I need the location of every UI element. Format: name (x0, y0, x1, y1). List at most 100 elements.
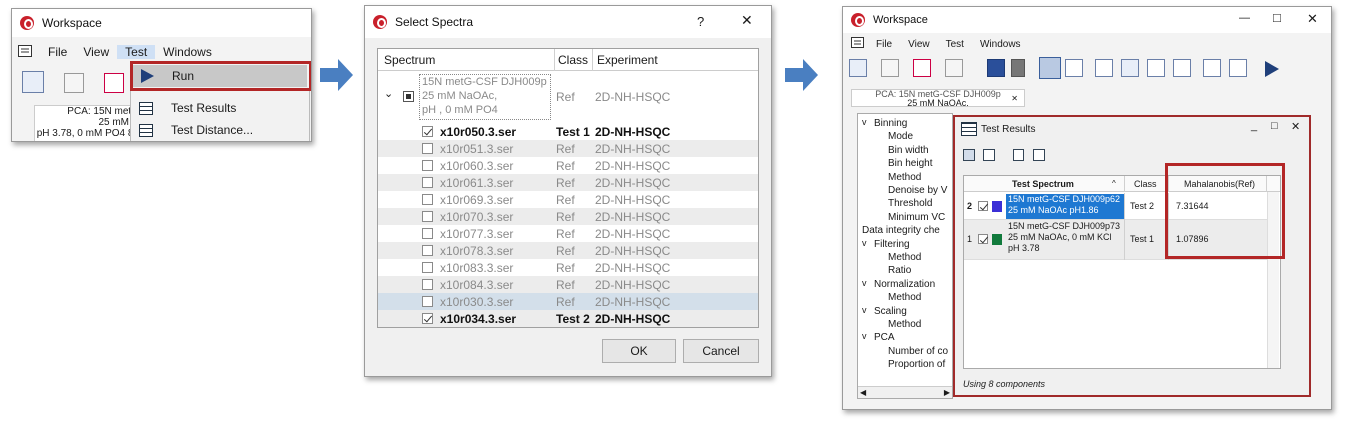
menu-icon[interactable] (12, 44, 40, 60)
menu-windows[interactable]: Windows (972, 39, 1029, 50)
tree-item[interactable]: Method (888, 319, 921, 330)
play-icon[interactable] (1265, 61, 1279, 77)
menu-file[interactable]: File (868, 39, 900, 50)
spectrum-checkbox[interactable] (422, 143, 433, 154)
spectrum-checkbox[interactable] (422, 279, 433, 290)
scroll-left-icon[interactable]: ◀ (860, 388, 866, 397)
plot-icon[interactable] (104, 73, 124, 93)
list-icon[interactable] (1065, 59, 1083, 77)
minimize-icon[interactable]: — (1239, 12, 1250, 24)
partial-checkbox[interactable] (403, 91, 414, 102)
close-icon[interactable]: ✕ (1291, 120, 1300, 133)
cancel-button[interactable]: Cancel (683, 339, 759, 363)
delete-icon[interactable] (1011, 59, 1025, 77)
tree-item[interactable]: v Normalization (862, 278, 935, 290)
stats-icon[interactable] (945, 59, 963, 77)
tree-item[interactable]: Denoise by V (888, 185, 947, 196)
col-class[interactable]: Class (1134, 179, 1157, 189)
result-checkbox[interactable] (978, 234, 988, 244)
spectrum-checkbox[interactable] (422, 296, 433, 307)
tree-item[interactable]: Ratio (888, 265, 911, 276)
tree-item[interactable]: Data integrity che (862, 225, 940, 236)
chevron-down-icon[interactable]: v (862, 305, 867, 315)
spectrum-row[interactable]: x10r078.3.ser Ref 2D-NH-HSQC (378, 242, 758, 259)
export-icon[interactable] (963, 149, 975, 161)
spectrum-checkbox[interactable] (422, 211, 433, 222)
tree-item[interactable]: Method (888, 172, 921, 183)
spectrum-row[interactable]: x10r030.3.ser Ref 2D-NH-HSQC (378, 293, 758, 310)
spectrum-checkbox[interactable] (422, 160, 433, 171)
tree-item[interactable]: Minimum VC (888, 212, 945, 223)
tree-item[interactable]: Threshold (888, 198, 932, 209)
bin-chart-icon[interactable] (22, 71, 44, 93)
spectrum-row[interactable]: x10r060.3.ser Ref 2D-NH-HSQC (378, 157, 758, 174)
tree-item[interactable]: Method (888, 252, 921, 263)
chevron-down-icon[interactable]: ⌄ (384, 87, 393, 100)
spectrum-row[interactable]: x10r070.3.ser Ref 2D-NH-HSQC (378, 208, 758, 225)
spectrum-checkbox[interactable] (422, 262, 433, 273)
tree-item[interactable]: Bin height (888, 158, 932, 169)
close-icon[interactable]: ✕ (1011, 94, 1018, 103)
peak-icon[interactable] (1173, 59, 1191, 77)
spectrum-checkbox[interactable] (422, 228, 433, 239)
close-icon[interactable]: ✕ (1307, 11, 1318, 27)
col-spectrum[interactable]: Spectrum (384, 53, 435, 67)
tree-item[interactable]: v Binning (862, 117, 907, 129)
menu-view[interactable]: View (75, 45, 117, 59)
menu-windows[interactable]: Windows (155, 45, 220, 59)
horizontal-scrollbar[interactable]: ◀ ▶ (858, 386, 952, 398)
document-icon[interactable] (1013, 149, 1024, 161)
spectrum-row[interactable]: x10r051.3.ser Ref 2D-NH-HSQC (378, 140, 758, 157)
spectrum-checkbox[interactable] (422, 126, 433, 137)
tree-item[interactable]: Mode (888, 131, 913, 142)
spectrum-row[interactable]: x10r084.3.ser Ref 2D-NH-HSQC (378, 276, 758, 293)
chart-icon[interactable] (1095, 59, 1113, 77)
menu-test[interactable]: Test (938, 39, 972, 50)
tree-item[interactable]: Number of co (888, 346, 948, 357)
document-tab[interactable]: PCA: 15N metG-CSF DJH009p 25 mM NaOAc, ✕ (851, 89, 1025, 107)
tree-item[interactable]: Proportion of (888, 359, 945, 370)
close-icon[interactable]: ✕ (741, 12, 753, 29)
scatter-icon[interactable] (1203, 59, 1221, 77)
chevron-down-icon[interactable]: v (862, 238, 867, 248)
spectrum-row[interactable]: x10r050.3.ser Test 1 2D-NH-HSQC (378, 123, 758, 140)
col-experiment[interactable]: Experiment (597, 53, 658, 67)
help-button[interactable]: ? (697, 14, 704, 29)
group-row[interactable]: ⌄ 15N metG-CSF DJH009p 25 mM NaOAc, pH ,… (378, 73, 758, 121)
tree-item[interactable]: v Scaling (862, 305, 907, 317)
chevron-down-icon[interactable]: v (862, 278, 867, 288)
copy-icon[interactable] (983, 149, 995, 161)
col-test-spectrum[interactable]: Test Spectrum (1012, 179, 1074, 189)
grid-chart-icon[interactable] (1147, 59, 1165, 77)
spectrum-checkbox[interactable] (422, 245, 433, 256)
spectrum-row[interactable]: x10r083.3.ser Ref 2D-NH-HSQC (378, 259, 758, 276)
menu-icon[interactable] (843, 37, 868, 51)
maximize-icon[interactable]: □ (1271, 120, 1278, 132)
spectrum-row[interactable]: x10r061.3.ser Ref 2D-NH-HSQC (378, 174, 758, 191)
edit-icon[interactable] (881, 59, 899, 77)
layout-icon[interactable] (1039, 57, 1061, 79)
spectrum-checkbox[interactable] (422, 177, 433, 188)
tree-item[interactable]: Bin width (888, 145, 929, 156)
tree-item[interactable]: v Filtering (862, 238, 910, 250)
scroll-right-icon[interactable]: ▶ (944, 388, 950, 397)
spectrum-checkbox[interactable] (422, 313, 433, 324)
edit-icon[interactable] (64, 73, 84, 93)
bin-chart-icon[interactable] (849, 59, 867, 77)
menu-file[interactable]: File (40, 45, 75, 59)
test-results-menu-item[interactable]: Test Results (133, 98, 307, 118)
tree-item[interactable]: Method (888, 292, 921, 303)
result-checkbox[interactable] (978, 200, 988, 211)
save-icon[interactable] (987, 59, 1005, 77)
spectrum-row[interactable]: x10r034.3.ser Test 2 2D-NH-HSQC (378, 310, 758, 327)
col-class[interactable]: Class (558, 53, 588, 67)
spectrum-checkbox[interactable] (422, 194, 433, 205)
table-icon[interactable] (1229, 59, 1247, 77)
minimize-icon[interactable]: _ (1251, 120, 1257, 132)
chevron-down-icon[interactable]: v (862, 117, 867, 127)
duplicate-icon[interactable] (1033, 149, 1045, 161)
menu-test[interactable]: Test (117, 45, 156, 59)
spectrum-row[interactable]: x10r069.3.ser Ref 2D-NH-HSQC (378, 191, 758, 208)
chevron-down-icon[interactable]: v (862, 331, 867, 341)
test-distance-menu-item[interactable]: Test Distance... (133, 120, 307, 140)
